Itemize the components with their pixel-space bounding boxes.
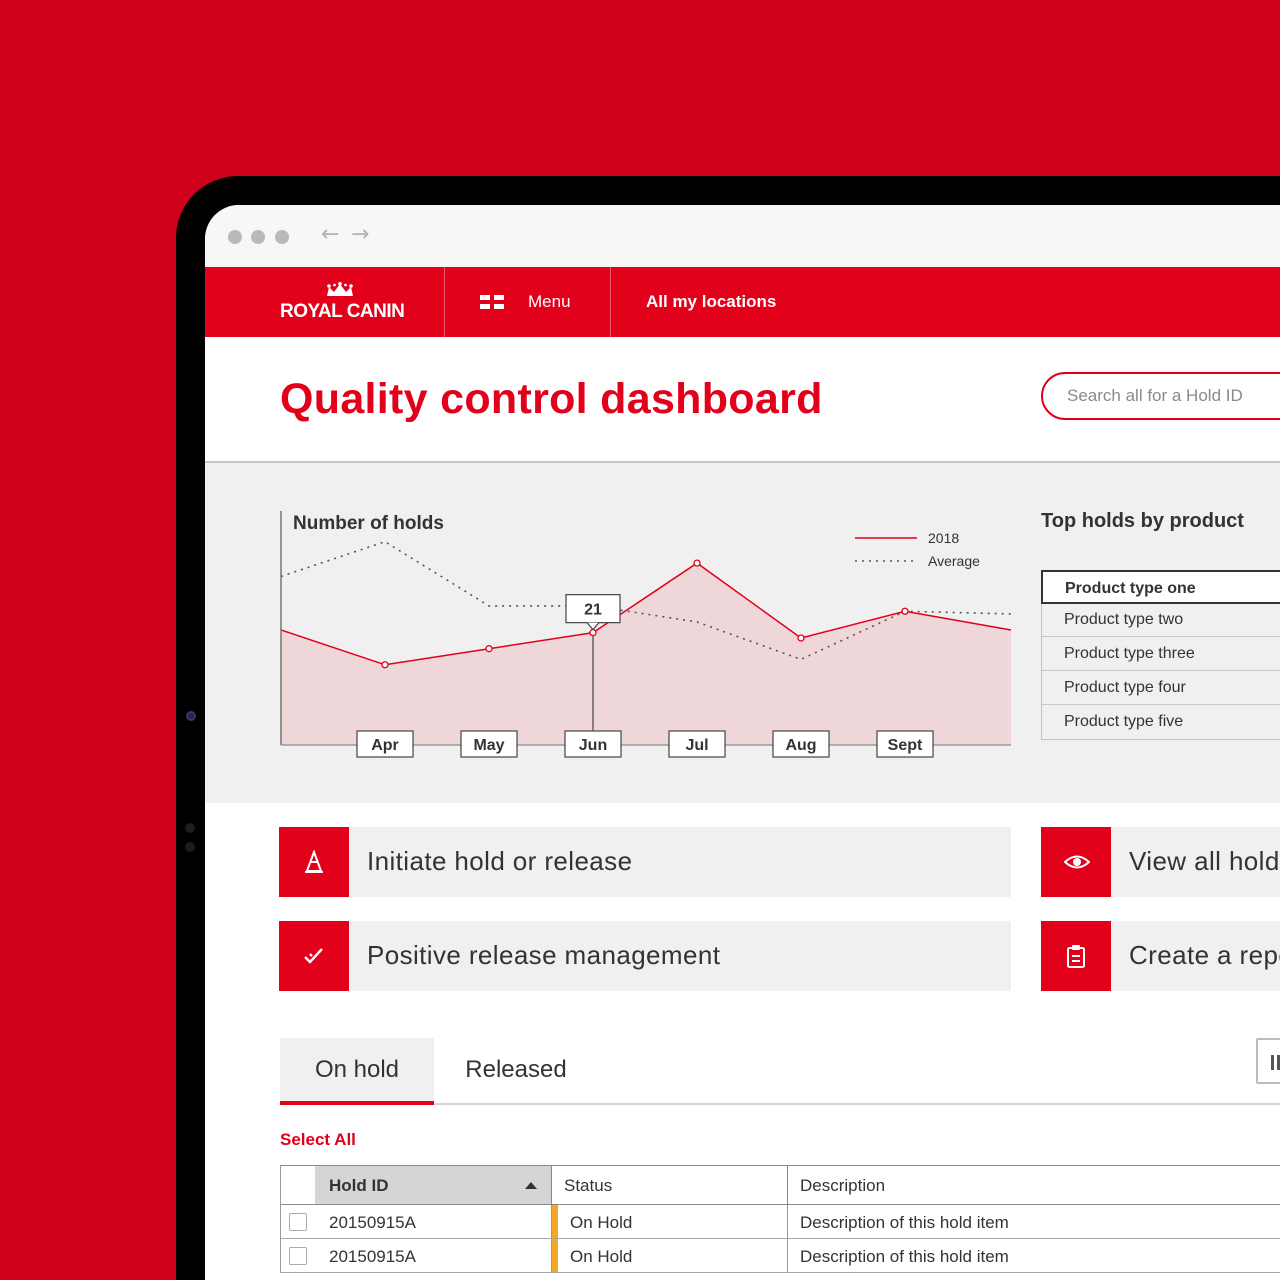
top-holds-title: Top holds by product	[1041, 510, 1244, 532]
product-list-item[interactable]: Product type four	[1042, 671, 1280, 705]
initiate-hold-button[interactable]: Initiate hold or release	[279, 827, 1011, 897]
crown-icon	[327, 282, 353, 296]
legend-2018-label: 2018	[928, 530, 959, 546]
hold-id-search-input[interactable]	[1041, 372, 1280, 420]
action-icon-box	[1041, 921, 1111, 991]
menu-label: Menu	[528, 292, 571, 311]
row-checkbox[interactable]	[289, 1213, 307, 1231]
forward-arrow-icon[interactable]: →	[351, 222, 369, 247]
select-all-link[interactable]: Select All	[280, 1130, 356, 1150]
holds-area-chart: Number of holds 2018 Average 21 Apr May Jun…	[280, 511, 1012, 758]
action-label: Initiate hold or release	[367, 846, 633, 876]
sensor-dot	[185, 842, 195, 852]
view-all-holds-button[interactable]: View all hold	[1041, 827, 1280, 897]
header-label: Hold ID	[329, 1176, 389, 1195]
menu-button[interactable]: Menu	[446, 267, 611, 337]
action-label: Positive release management	[367, 940, 721, 970]
chart-section: Number of holds 2018 Average 21 Apr May Jun…	[205, 461, 1280, 803]
data-point-2018	[901, 607, 909, 615]
status-cell: On Hold	[551, 1239, 787, 1272]
top-navigation: ROYAL CANIN Menu All my locations	[205, 267, 1280, 337]
action-icon-box	[279, 827, 349, 897]
window-dot-maximize[interactable]	[275, 230, 289, 244]
browser-toolbar: ← →	[205, 205, 1280, 267]
table-row[interactable]: 20150915A On Hold Description of this hold…	[281, 1239, 1280, 1273]
eye-icon	[1064, 855, 1090, 869]
action-icon-box	[1041, 827, 1111, 897]
sort-ascending-icon	[525, 1182, 537, 1189]
status-indicator	[552, 1205, 558, 1238]
column-settings-button[interactable]	[1256, 1038, 1280, 1084]
columns-icon	[1271, 1055, 1274, 1070]
status-cell: On Hold	[551, 1205, 787, 1238]
product-list-item[interactable]: Product type one	[1041, 570, 1280, 604]
data-point-2018	[797, 634, 805, 642]
header-description[interactable]: Description	[787, 1166, 1280, 1204]
product-list-item[interactable]: Product type three	[1042, 637, 1280, 671]
product-list-item[interactable]: Product type five	[1042, 705, 1280, 739]
window-dot-close[interactable]	[228, 230, 242, 244]
action-label: Create a repo	[1129, 940, 1280, 970]
data-point-2018	[485, 645, 493, 653]
screen: ← → ROYAL CANIN Menu All my locations Qu…	[205, 205, 1280, 1280]
action-icon-box	[279, 921, 349, 991]
data-point-2018	[589, 628, 597, 637]
tab-on-hold[interactable]: On hold	[280, 1038, 434, 1105]
x-tick-label: Jun	[579, 737, 607, 754]
data-point-2018	[381, 661, 389, 669]
action-label: View all hold	[1129, 846, 1280, 876]
window-dot-minimize[interactable]	[251, 230, 265, 244]
sensor-dot	[185, 823, 195, 833]
clipboard-icon	[1067, 945, 1085, 968]
x-tick-label: Apr	[371, 737, 399, 754]
camera-lens	[186, 711, 196, 721]
status-text: On Hold	[570, 1247, 633, 1266]
header-hold-id[interactable]: Hold ID	[315, 1166, 551, 1204]
row-checkbox[interactable]	[289, 1247, 307, 1265]
tab-released[interactable]: Released	[450, 1038, 582, 1104]
legend-average-label: Average	[928, 553, 980, 569]
description-cell: Description of this hold item	[787, 1205, 1280, 1238]
annotation-label: 21	[584, 602, 602, 619]
description-cell: Description of this hold item	[787, 1239, 1280, 1272]
x-tick-label: Aug	[785, 737, 816, 754]
hold-tabs: On hold Released	[280, 1038, 1280, 1105]
table-header-row: Hold ID Status Description	[281, 1165, 1280, 1205]
page-title: Quality control dashboard	[280, 375, 823, 423]
series-2018-area	[281, 563, 1011, 745]
cone-icon	[305, 850, 323, 873]
x-tick-label: Sept	[888, 737, 923, 754]
create-report-button[interactable]: Create a repo	[1041, 921, 1280, 991]
product-list-item[interactable]: Product type two	[1042, 603, 1280, 637]
brand-logo[interactable]: ROYAL CANIN	[205, 267, 445, 337]
x-tick-label: May	[473, 737, 504, 754]
top-holds-list: Product type one Product type two Product …	[1041, 570, 1280, 740]
grid-menu-icon	[480, 295, 504, 309]
x-tick-label: Jul	[685, 737, 708, 754]
holds-table: Hold ID Status Description 20150915A On H…	[280, 1165, 1280, 1273]
all-locations-link[interactable]: All my locations	[646, 292, 776, 312]
hold-id-cell: 20150915A	[329, 1247, 416, 1266]
brand-name: ROYAL CANIN	[280, 301, 405, 322]
status-indicator	[552, 1239, 558, 1272]
back-arrow-icon[interactable]: ←	[321, 222, 339, 247]
chart-title: Number of holds	[293, 513, 444, 534]
status-text: On Hold	[570, 1213, 633, 1232]
header-status[interactable]: Status	[551, 1166, 787, 1204]
table-row[interactable]: 20150915A On Hold Description of this hold…	[281, 1205, 1280, 1239]
hold-id-cell: 20150915A	[329, 1213, 416, 1232]
check-icon	[304, 948, 323, 964]
positive-release-button[interactable]: Positive release management	[279, 921, 1011, 991]
data-point-2018	[693, 559, 701, 567]
annotation-pointer	[586, 622, 600, 631]
